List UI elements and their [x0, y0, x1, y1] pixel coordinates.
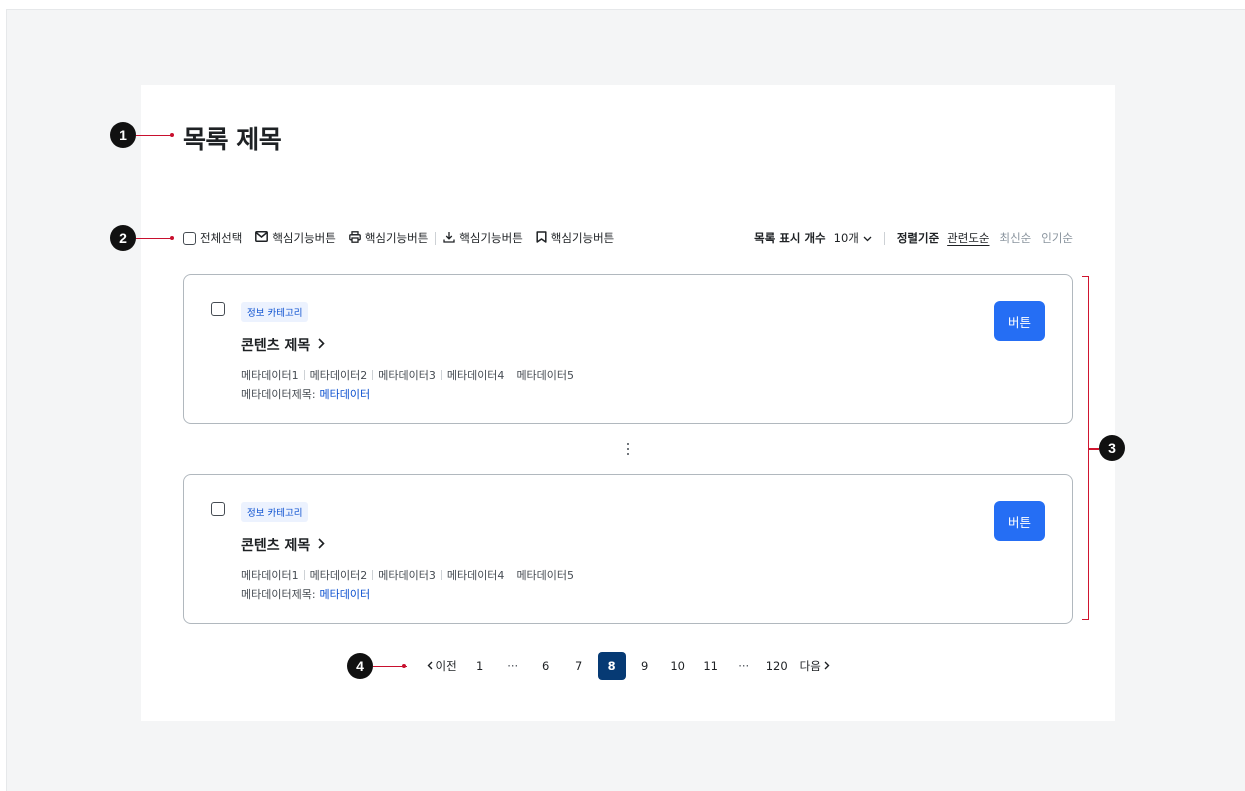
page-title: 목록 제목: [183, 125, 282, 154]
chevron-left-icon: [427, 659, 433, 673]
toolbar-divider: [883, 231, 885, 245]
content-title: 콘텐츠 제목: [241, 338, 311, 354]
sort-label: 정렬기준: [896, 231, 940, 245]
sort-option-relevance[interactable]: 관련도순: [947, 230, 989, 246]
action-button-mail[interactable]: 핵심기능버튼: [255, 230, 336, 246]
pagination: 이전 1 ··· 6 7 8 9 10 11 ··· 120 다음: [420, 652, 836, 680]
action-button-download[interactable]: 핵심기능버튼: [443, 230, 523, 246]
action-label: 핵심기능버튼: [550, 231, 615, 245]
chevron-right-icon: [824, 659, 830, 673]
pagination-page-current[interactable]: 8: [597, 652, 626, 680]
pagination-page-6[interactable]: 6: [532, 652, 560, 680]
page-size-label: 목록 표시 개수: [754, 231, 826, 245]
metadata-divider: [440, 570, 442, 580]
pagination-next-label: 다음: [799, 659, 821, 673]
mail-icon: [255, 231, 269, 245]
metadata-row: 메타데이터1 메타데이터2 메타데이터3 메타데이터4 메타데이터5: [241, 567, 574, 583]
item-checkbox[interactable]: [211, 502, 225, 516]
page-size-select[interactable]: 10개: [834, 230, 872, 246]
pagination-page-7[interactable]: 7: [565, 652, 593, 680]
list-item-card: 정보 카테고리 콘텐츠 제목 메타데이터1 메타데이터2 메타데이터3 메타데이…: [183, 274, 1073, 424]
metadata-item: 메타데이터5: [516, 569, 575, 582]
metadata-row: 메타데이터1 메타데이터2 메타데이터3 메타데이터4 메타데이터5: [241, 367, 574, 383]
metadata-item: 메타데이터5: [516, 369, 575, 382]
item-checkbox[interactable]: [211, 302, 225, 316]
annotation-marker-4: 4: [347, 653, 373, 679]
annotation-marker-2: 2: [110, 225, 136, 251]
metadata-link[interactable]: 메타데이터: [320, 388, 371, 401]
content-title: 콘텐츠 제목: [241, 538, 311, 554]
pagination-next-button[interactable]: 다음: [796, 652, 834, 680]
card-action-button[interactable]: 버튼: [994, 501, 1045, 541]
pagination-page-9[interactable]: 9: [631, 652, 659, 680]
pagination-ellipsis: ···: [738, 659, 750, 673]
print-icon: [348, 230, 361, 246]
metadata-item: 메타데이터4: [446, 569, 505, 582]
list-options: 목록 표시 개수 10개 정렬기준 관련도순 최신순 인기순: [754, 229, 1073, 247]
list-item-card: 정보 카테고리 콘텐츠 제목 메타데이터1 메타데이터2 메타데이터3 메타데이…: [183, 474, 1073, 624]
chevron-down-icon: [863, 231, 872, 245]
content-title-link[interactable]: 콘텐츠 제목: [241, 335, 325, 355]
metadata-detail: 메타데이터제목: 메타데이터: [241, 586, 370, 602]
action-label: 핵심기능버튼: [364, 231, 429, 245]
bookmark-icon: [536, 230, 547, 246]
checkbox-icon[interactable]: [183, 231, 196, 245]
sort-option-popular[interactable]: 인기순: [1041, 230, 1073, 246]
more-items-icon: [624, 441, 632, 457]
list-toolbar: 전체선택 핵심기능버튼 핵심기능버튼 핵심기능버튼 핵심기능버튼: [183, 229, 614, 247]
metadata-divider: [440, 370, 442, 380]
annotation-bracket-3: [1082, 276, 1089, 620]
metadata-divider: [303, 570, 305, 580]
category-badge: 정보 카테고리: [241, 302, 309, 322]
annotation-marker-1: 1: [110, 122, 136, 148]
pagination-ellipsis: ···: [507, 659, 519, 673]
metadata-title: 메타데이터제목:: [241, 388, 316, 401]
content-title-link[interactable]: 콘텐츠 제목: [241, 535, 325, 555]
download-icon: [443, 231, 455, 246]
page-size-value: 10개: [833, 231, 859, 245]
action-button-bookmark[interactable]: 핵심기능버튼: [536, 230, 614, 246]
metadata-item: 메타데이터1: [241, 569, 299, 582]
annotation-dot-2: [170, 236, 174, 240]
metadata-divider: [372, 370, 374, 380]
card-action-button[interactable]: 버튼: [994, 301, 1045, 341]
annotation-leader-3: [1089, 448, 1099, 450]
action-label: 핵심기능버튼: [272, 231, 336, 245]
metadata-divider: [303, 370, 305, 380]
metadata-title: 메타데이터제목:: [241, 588, 316, 601]
metadata-item: 메타데이터2: [309, 569, 368, 582]
metadata-item: 메타데이터1: [241, 369, 299, 382]
metadata-detail: 메타데이터제목: 메타데이터: [241, 386, 370, 402]
sort-option-latest[interactable]: 최신순: [1000, 230, 1032, 246]
pagination-page-11[interactable]: 11: [697, 652, 725, 680]
select-all-checkbox[interactable]: 전체선택: [183, 230, 242, 246]
toolbar-divider: [435, 231, 437, 245]
pagination-prev-label: 이전: [435, 659, 457, 673]
annotation-leader-1: [136, 135, 172, 136]
metadata-item: 메타데이터2: [309, 369, 368, 382]
metadata-link[interactable]: 메타데이터: [320, 588, 371, 601]
action-button-print[interactable]: 핵심기능버튼: [348, 230, 429, 246]
metadata-item: 메타데이터4: [446, 369, 505, 382]
annotation-marker-3: 3: [1099, 435, 1125, 461]
annotation-leader-2: [136, 238, 172, 239]
pagination-page-1[interactable]: 1: [466, 652, 494, 680]
action-label: 핵심기능버튼: [459, 231, 523, 245]
metadata-item: 메타데이터3: [378, 369, 436, 382]
select-all-label: 전체선택: [200, 231, 243, 245]
category-badge: 정보 카테고리: [241, 502, 309, 522]
chevron-right-icon: [318, 537, 325, 553]
annotation-dot-1: [170, 133, 174, 137]
chevron-right-icon: [318, 337, 325, 353]
pagination-page-last[interactable]: 120: [763, 652, 791, 680]
metadata-divider: [372, 570, 374, 580]
pagination-prev-button[interactable]: 이전: [423, 652, 461, 680]
annotation-dot-4: [402, 664, 406, 668]
pagination-page-10[interactable]: 10: [664, 652, 692, 680]
metadata-item: 메타데이터3: [378, 569, 436, 582]
